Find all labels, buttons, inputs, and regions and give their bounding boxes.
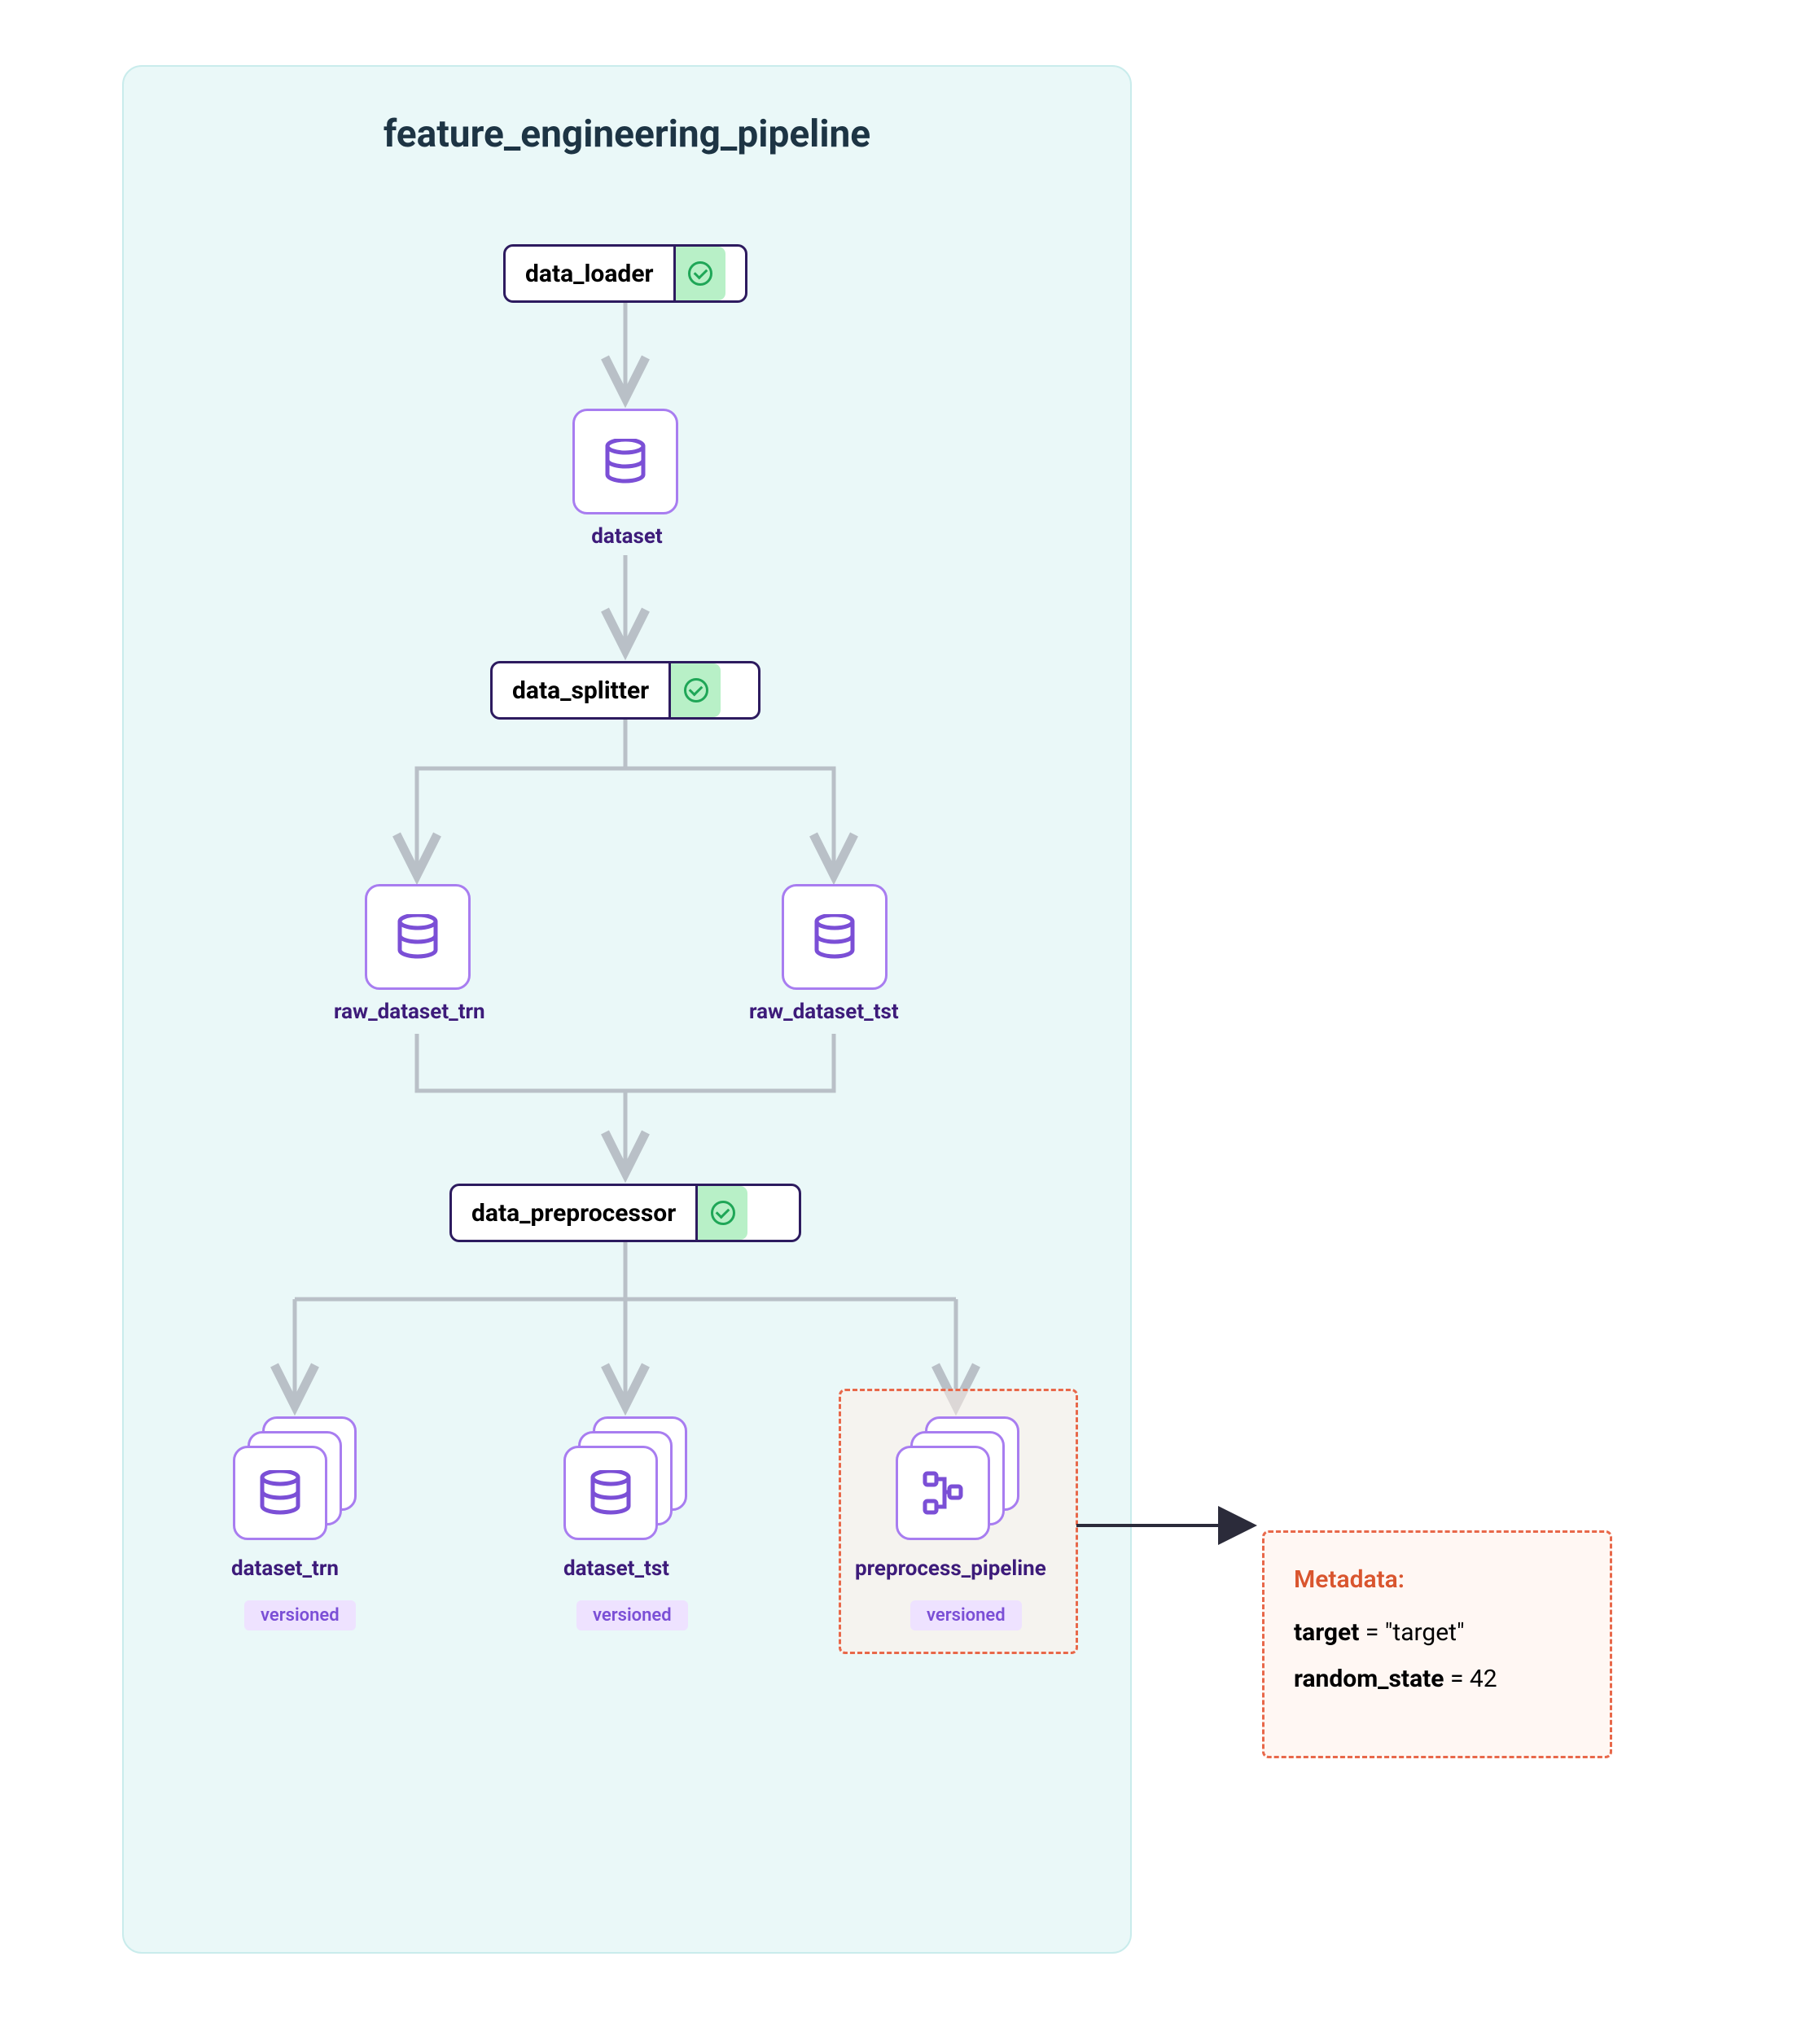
pipeline-icon <box>922 1470 964 1516</box>
status-success-icon <box>668 663 721 717</box>
versioned-badge: versioned <box>576 1600 688 1630</box>
artifact-raw-dataset-trn[interactable] <box>365 884 471 990</box>
metadata-row: target = "target" <box>1294 1618 1580 1647</box>
metadata-row: random_state = 42 <box>1294 1665 1580 1693</box>
callout-arrow <box>1076 1522 1264 1529</box>
artifact-raw-dataset-tst[interactable] <box>782 884 888 990</box>
database-icon <box>590 1470 631 1516</box>
artifact-label: raw_dataset_trn <box>334 1000 485 1024</box>
step-data-splitter[interactable]: data_splitter <box>490 661 760 720</box>
database-icon <box>260 1470 300 1516</box>
branch-connector <box>368 720 883 882</box>
artifact-label: preprocess_pipeline <box>855 1556 1046 1581</box>
status-success-icon <box>673 247 725 300</box>
artifact-dataset-trn[interactable] <box>233 1416 357 1540</box>
metadata-callout: Metadata: target = "target" random_state… <box>1262 1530 1612 1758</box>
arrow-icon <box>624 555 627 658</box>
artifact-label: raw_dataset_tst <box>749 1000 899 1024</box>
step-label: data_splitter <box>493 676 668 705</box>
branch3-connector <box>238 1242 1019 1413</box>
artifact-dataset-tst[interactable] <box>563 1416 687 1540</box>
step-label: data_loader <box>506 260 673 288</box>
artifact-label: dataset <box>124 524 1130 549</box>
status-success-icon <box>695 1186 747 1240</box>
database-icon <box>814 914 855 960</box>
artifact-label: dataset_trn <box>231 1556 339 1581</box>
versioned-badge: versioned <box>244 1600 356 1630</box>
database-icon <box>397 914 438 960</box>
pipeline-title: feature_engineering_pipeline <box>124 112 1130 156</box>
step-label: data_preprocessor <box>452 1199 695 1228</box>
step-data-loader[interactable]: data_loader <box>503 244 747 303</box>
artifact-dataset[interactable] <box>572 409 678 514</box>
step-data-preprocessor[interactable]: data_preprocessor <box>449 1184 801 1242</box>
arrow-icon <box>624 303 627 405</box>
artifact-preprocess-pipeline[interactable] <box>896 1416 1019 1540</box>
merge-connector <box>368 1034 883 1180</box>
database-icon <box>605 439 646 484</box>
artifact-label: dataset_tst <box>563 1556 669 1581</box>
metadata-heading: Metadata: <box>1294 1565 1580 1594</box>
pipeline-container: feature_engineering_pipeline data_loader… <box>122 65 1132 1954</box>
versioned-badge: versioned <box>910 1600 1022 1630</box>
